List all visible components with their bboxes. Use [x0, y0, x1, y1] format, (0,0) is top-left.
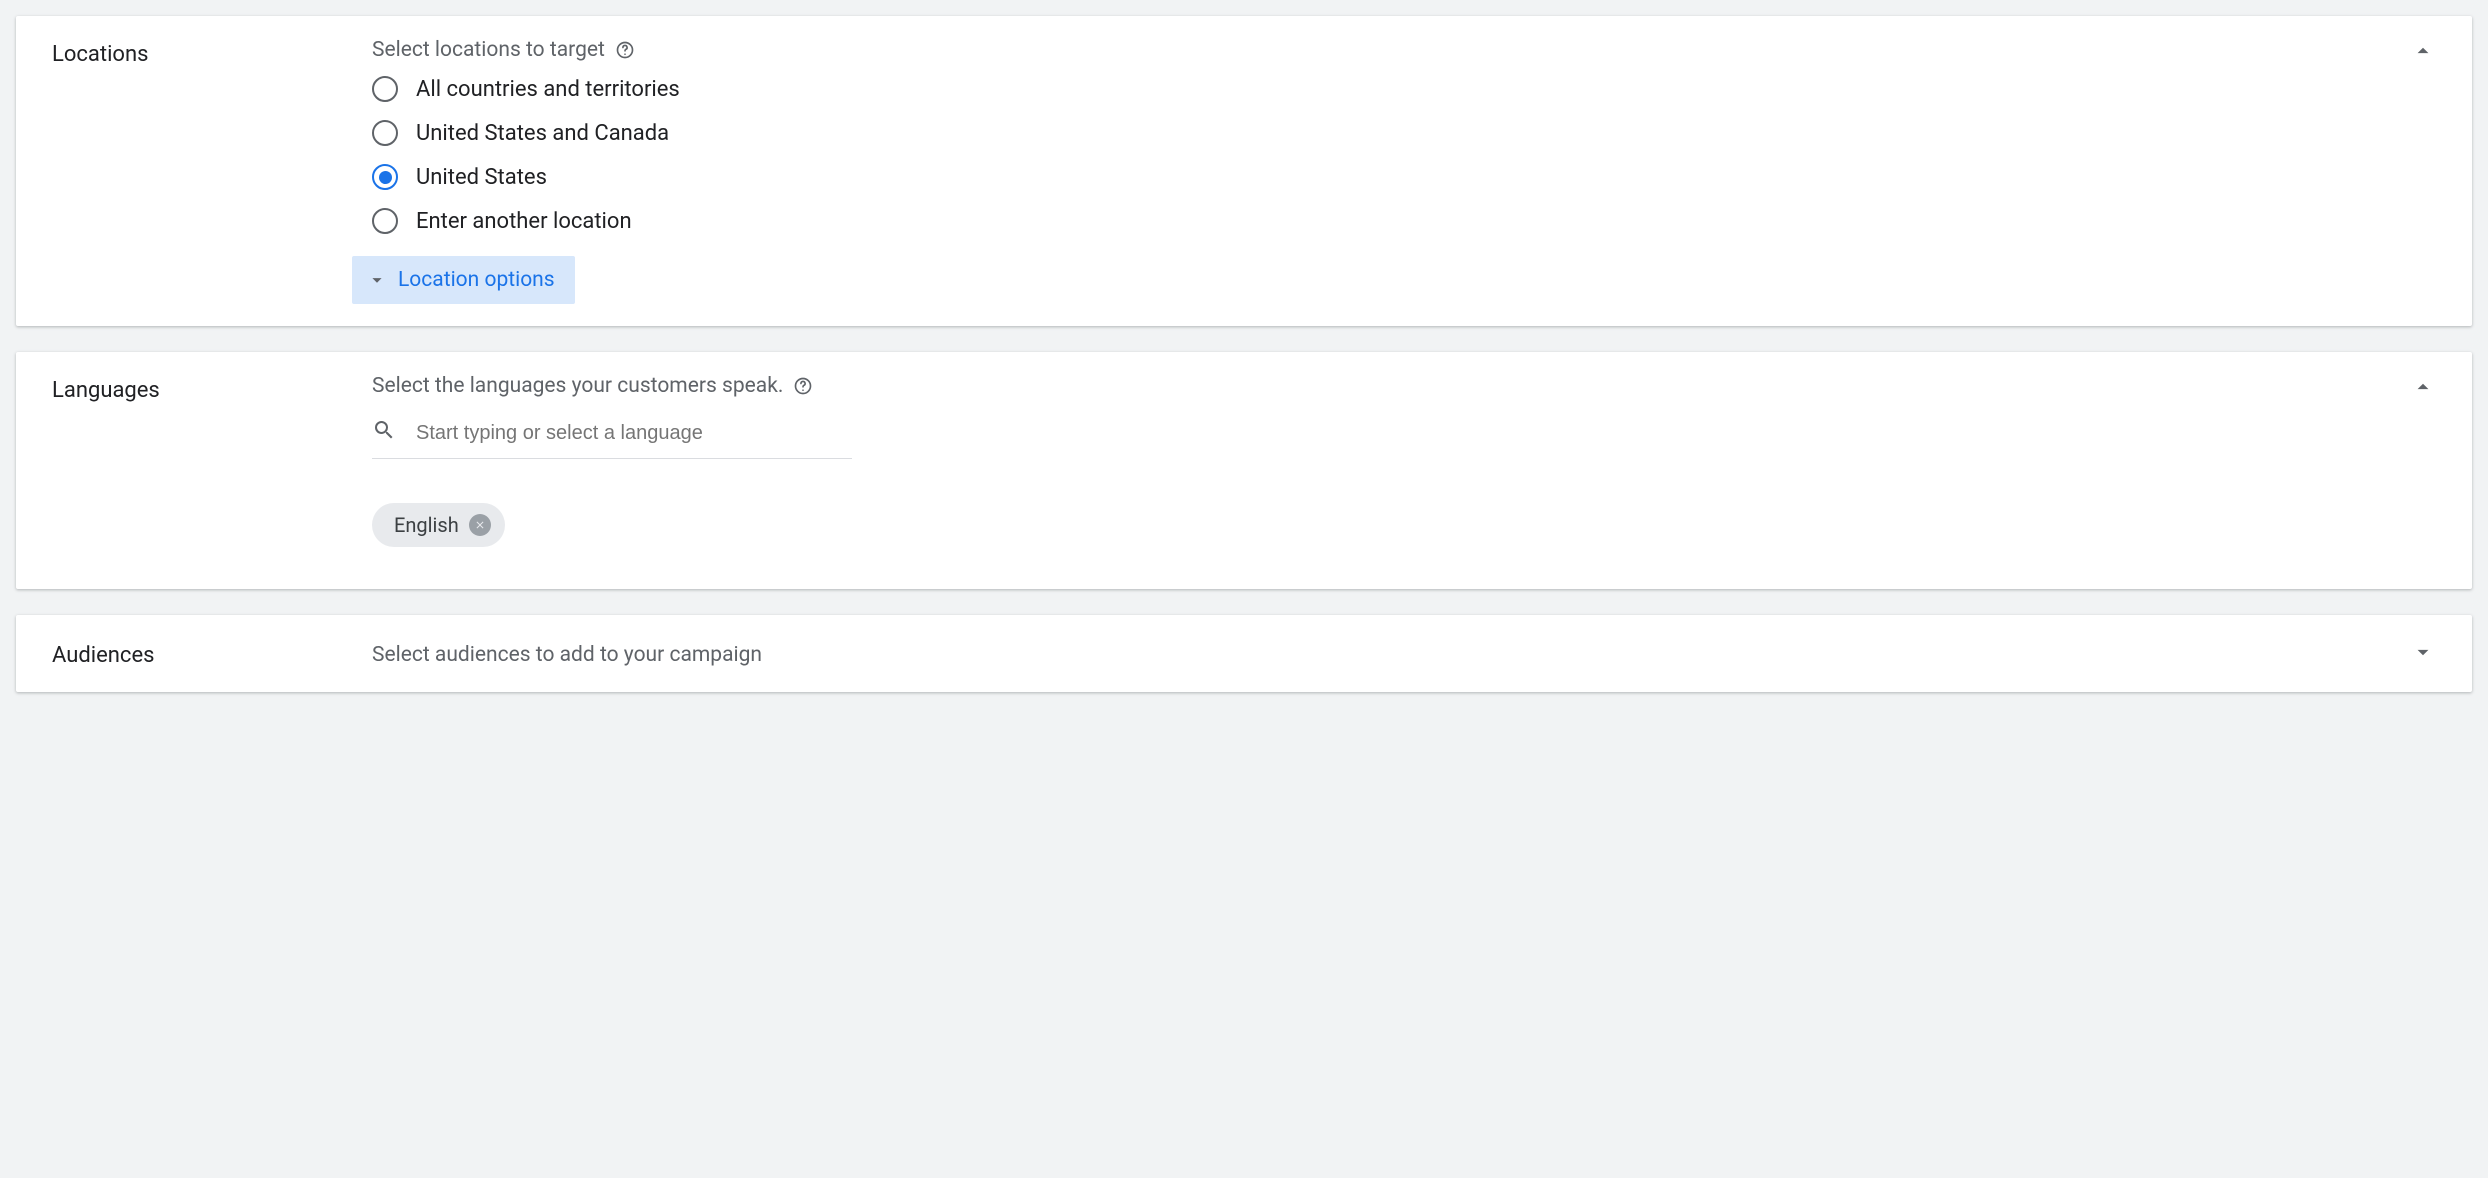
help-icon[interactable] — [615, 40, 635, 60]
chevron-up-icon — [2410, 374, 2436, 400]
collapse-button[interactable] — [2386, 374, 2436, 400]
language-chip-english: English — [372, 503, 505, 547]
chip-remove-button[interactable] — [469, 514, 491, 536]
languages-subtitle-row: Select the languages your customers spea… — [372, 374, 2386, 398]
languages-body: Select the languages your customers spea… — [372, 374, 2386, 567]
location-options-toggle[interactable]: Location options — [352, 256, 575, 304]
location-option-us-ca[interactable]: United States and Canada — [372, 120, 2386, 146]
chevron-down-icon — [366, 269, 388, 291]
radio-icon — [372, 76, 398, 102]
chevron-down-icon — [2410, 639, 2436, 665]
location-options-label: Location options — [398, 268, 555, 292]
languages-subtitle: Select the languages your customers spea… — [372, 374, 783, 398]
close-icon — [474, 519, 486, 531]
radio-label: All countries and territories — [416, 77, 680, 102]
location-option-other[interactable]: Enter another location — [372, 208, 2386, 234]
radio-label: United States and Canada — [416, 121, 669, 146]
audiences-title: Audiences — [52, 639, 372, 668]
language-search — [372, 412, 852, 459]
collapse-button[interactable] — [2386, 38, 2436, 64]
radio-icon — [372, 164, 398, 190]
expand-button[interactable] — [2386, 639, 2436, 665]
radio-icon — [372, 120, 398, 146]
location-option-us[interactable]: United States — [372, 164, 2386, 190]
locations-subtitle-row: Select locations to target — [372, 38, 2386, 62]
locations-body: Select locations to target All countries… — [372, 38, 2386, 304]
location-radio-list: All countries and territories United Sta… — [372, 76, 2386, 234]
languages-title: Languages — [52, 374, 372, 403]
locations-card: Locations Select locations to target All… — [16, 16, 2472, 326]
audiences-card[interactable]: Audiences Select audiences to add to you… — [16, 615, 2472, 692]
chip-label: English — [394, 513, 459, 537]
language-search-input[interactable] — [416, 422, 852, 445]
audiences-subtitle: Select audiences to add to your campaign — [372, 639, 762, 667]
radio-label: Enter another location — [416, 209, 632, 234]
search-icon — [372, 418, 396, 448]
radio-icon — [372, 208, 398, 234]
chevron-up-icon — [2410, 38, 2436, 64]
languages-card: Languages Select the languages your cust… — [16, 352, 2472, 589]
help-icon[interactable] — [793, 376, 813, 396]
locations-title: Locations — [52, 38, 372, 67]
radio-label: United States — [416, 165, 547, 190]
locations-subtitle: Select locations to target — [372, 38, 605, 62]
location-option-all[interactable]: All countries and territories — [372, 76, 2386, 102]
